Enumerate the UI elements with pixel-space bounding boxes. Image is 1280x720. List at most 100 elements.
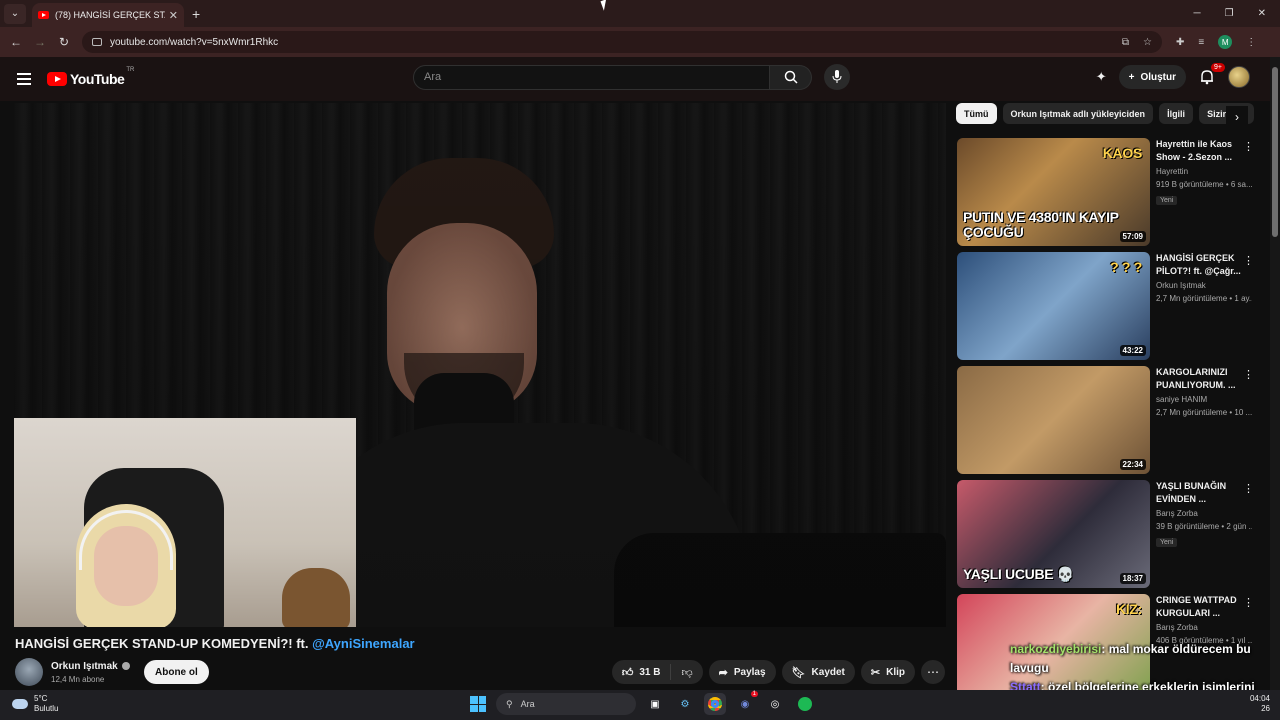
temperature: 5°C: [34, 694, 48, 703]
subscribe-button[interactable]: Abone ol: [144, 660, 209, 684]
tab-title: (78) HANGİSİ GERÇEK STAND-UP...: [55, 10, 165, 20]
search-icon: [784, 70, 798, 84]
like-button[interactable]: 👍︎ 31 B: [612, 664, 672, 680]
more-vertical-icon[interactable]: ⋮: [1243, 482, 1254, 495]
address-bar[interactable]: youtube.com/watch?v=5nxWmr1Rhkc ⧉ ☆: [82, 31, 1162, 53]
account-avatar[interactable]: [1228, 66, 1250, 88]
voice-search-button[interactable]: [824, 64, 850, 90]
chat-message: narkozdiyebirisi: mal mokar öldürecem bu…: [1010, 640, 1270, 678]
browser-tab-active[interactable]: (78) HANGİSİ GERÇEK STAND-UP... ✕: [32, 3, 184, 27]
task-view-button[interactable]: ▣: [644, 693, 666, 715]
premium-icon[interactable]: ✦: [1096, 69, 1107, 85]
new-tab-button[interactable]: +: [192, 6, 200, 22]
extensions-icon[interactable]: ✚: [1176, 37, 1184, 48]
system-clock[interactable]: 04:04 26: [1250, 694, 1270, 714]
site-info-icon[interactable]: [92, 38, 102, 46]
chevron-down-icon: ⌄: [10, 8, 20, 19]
recommendation-title[interactable]: KARGOLARINIZI PUANLIYORUM. ...: [1156, 366, 1252, 392]
profile-avatar[interactable]: M: [1218, 35, 1233, 49]
notifications-button[interactable]: 9+: [1198, 63, 1225, 86]
weather-widget[interactable]: 5°C Bulutlu: [12, 694, 58, 714]
thumbnail-caption: YAŞLI UCUBE 💀: [963, 566, 1075, 582]
reload-icon[interactable]: ↻: [52, 35, 76, 49]
dislike-button[interactable]: 👎︎: [671, 666, 702, 679]
recommendation-channel[interactable]: Barış Zorba: [1156, 509, 1252, 518]
tab-search-button[interactable]: ⌄: [4, 3, 26, 24]
discord-icon: ◉: [740, 698, 750, 710]
chip-related[interactable]: İlgili: [1159, 103, 1194, 124]
close-window-icon[interactable]: ✕: [1258, 8, 1266, 19]
recommendation-channel[interactable]: saniye HANIM: [1156, 395, 1252, 404]
recommendation-item[interactable]: ? ? ? 43:22 HANGİSİ GERÇEK PİLOT?! ft. @Ça…: [957, 252, 1262, 362]
recommendation-channel[interactable]: Orkun Işıtmak: [1156, 281, 1252, 290]
browser-toolbar: ← → ↻ youtube.com/watch?v=5nxWmr1Rhkc ⧉ …: [0, 27, 1280, 57]
recommendation-title[interactable]: CRINGE WATTPAD KURGULARI ...: [1156, 594, 1252, 620]
recommendation-title[interactable]: Hayrettin ile Kaos Show - 2.Sezon ...: [1156, 138, 1252, 164]
taskbar-app-steam[interactable]: ⚙: [674, 693, 696, 715]
taskbar-app-discord[interactable]: ◉ 1: [734, 691, 758, 715]
video-player[interactable]: [14, 103, 946, 627]
windows-start-button[interactable]: [468, 694, 488, 714]
taskbar-app-chrome[interactable]: [704, 693, 726, 715]
more-vertical-icon[interactable]: ⋮: [1243, 254, 1254, 267]
chip-scroll-next-button[interactable]: ›: [1226, 106, 1248, 128]
clock-date: 26: [1261, 704, 1270, 713]
recommendation-item[interactable]: KAOS PUTIN VE 4380'IN KAYIP ÇOCUĞU 57:09 Ha…: [957, 138, 1262, 248]
channel-avatar[interactable]: [15, 658, 43, 686]
recommendation-channel[interactable]: Barış Zorba: [1156, 623, 1252, 632]
chip-from-uploader[interactable]: Orkun Işıtmak adlı yükleyiciden: [1002, 103, 1154, 124]
video-duration: 22:34: [1119, 459, 1146, 470]
recommendation-views: 919 B görüntüleme • 6 sa...: [1156, 180, 1252, 189]
youtube-logo[interactable]: YouTube TR: [47, 67, 134, 87]
recommendation-title[interactable]: YAŞLI BUNAĞIN EVİNDEN ...: [1156, 480, 1252, 506]
create-button[interactable]: + Oluştur: [1118, 65, 1186, 89]
share-button[interactable]: ➦ Paylaş: [708, 660, 776, 684]
install-app-icon[interactable]: ⧉: [1122, 37, 1129, 48]
video-title-mention[interactable]: @AyniSinemalar: [312, 636, 415, 651]
scrollbar-thumb[interactable]: [1272, 67, 1278, 237]
more-vertical-icon[interactable]: ⋮: [1243, 368, 1254, 381]
more-actions-button[interactable]: ⋯: [921, 660, 945, 684]
video-thumbnail[interactable]: YAŞLI UCUBE 💀 18:37: [957, 480, 1150, 588]
clip-label: Klip: [886, 666, 905, 678]
taskbar-app-spotify[interactable]: [794, 693, 816, 715]
chip-all[interactable]: Tümü: [956, 103, 997, 124]
bookmark-star-icon[interactable]: ☆: [1143, 37, 1152, 48]
recommendation-title[interactable]: HANGİSİ GERÇEK PİLOT?! ft. @Çağr...: [1156, 252, 1252, 278]
back-icon[interactable]: ←: [4, 35, 28, 49]
save-button[interactable]: 🔖︎ Kaydet: [781, 660, 855, 684]
video-thumbnail[interactable]: KAOS PUTIN VE 4380'IN KAYIP ÇOCUĞU 57:09: [957, 138, 1150, 246]
youtube-header: YouTube TR Ara ✦ + Oluştur 9+: [0, 57, 1270, 101]
search-button[interactable]: [770, 64, 812, 90]
taskbar-app-obs[interactable]: ◎: [764, 693, 786, 715]
thumbnail-top-text: KAOS: [1102, 145, 1143, 161]
recommendation-views: 39 B görüntüleme • 2 gün ...: [1156, 522, 1252, 531]
recommendation-channel[interactable]: Hayrettin: [1156, 167, 1252, 176]
video-thumbnail[interactable]: ? ? ? 43:22: [957, 252, 1150, 360]
country-code: TR: [126, 67, 135, 73]
browser-menu-icon[interactable]: ⋮: [1246, 37, 1256, 48]
forward-icon[interactable]: →: [28, 35, 52, 49]
scissors-icon: ✂: [870, 666, 881, 679]
video-thumbnail[interactable]: 22:34: [957, 366, 1150, 474]
search-input[interactable]: Ara: [413, 64, 770, 90]
bookmark-icon: 🔖︎: [791, 666, 806, 679]
discord-badge: 1: [750, 691, 758, 697]
taskbar-search[interactable]: ⚲ Ara: [496, 693, 636, 715]
recommendation-item[interactable]: 22:34 KARGOLARINIZI PUANLIYORUM. ... saniy…: [957, 366, 1262, 476]
restore-icon[interactable]: ❐: [1225, 8, 1234, 19]
more-vertical-icon[interactable]: ⋮: [1243, 596, 1254, 609]
filter-chips: Tümü Orkun Işıtmak adlı yükleyiciden İlg…: [956, 103, 1256, 125]
page-scrollbar[interactable]: [1270, 57, 1280, 690]
recommendation-item[interactable]: YAŞLI UCUBE 💀 18:37 YAŞLI BUNAĞIN EVİNDEN …: [957, 480, 1262, 590]
logo-text: YouTube: [70, 71, 125, 87]
channel-name[interactable]: Orkun Işıtmak: [51, 661, 130, 672]
more-vertical-icon[interactable]: ⋮: [1243, 140, 1254, 153]
clip-button[interactable]: ✂ Klip: [860, 660, 915, 684]
microphone-icon: [832, 70, 842, 83]
reading-list-icon[interactable]: ≡: [1198, 37, 1204, 48]
search-bar: Ara: [413, 64, 850, 90]
minimize-icon[interactable]: ─: [1194, 8, 1201, 19]
close-tab-icon[interactable]: ✕: [169, 9, 178, 22]
hamburger-menu-icon[interactable]: [17, 73, 31, 85]
